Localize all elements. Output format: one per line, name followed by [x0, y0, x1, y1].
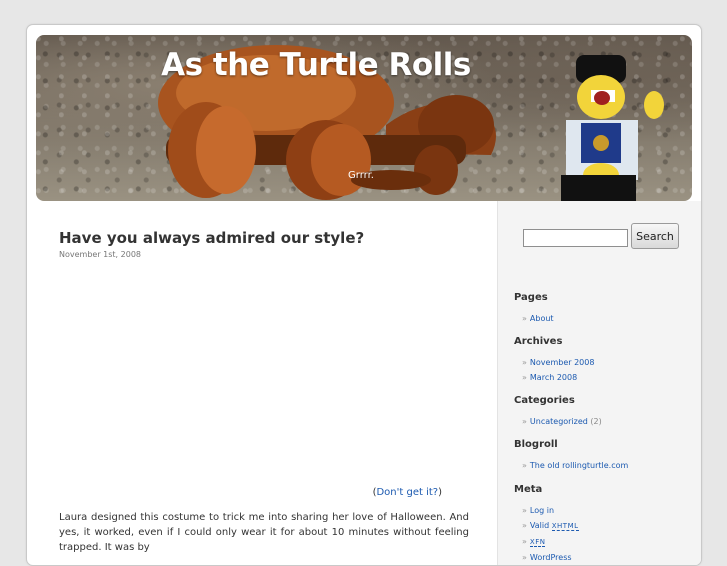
- blog-header[interactable]: As the Turtle Rolls Grrrr.: [36, 35, 692, 201]
- list-item: » XFN: [522, 534, 694, 550]
- archives-widget: Archives » November 2008 » March 2008: [514, 336, 694, 385]
- blogroll-widget: Blogroll » The old rollingturtle.com: [514, 439, 694, 473]
- search-button[interactable]: Search: [631, 223, 679, 249]
- archive-link-november-2008[interactable]: November 2008: [530, 358, 595, 367]
- paren-close: ): [438, 487, 442, 498]
- embedded-video-area[interactable]: [59, 259, 469, 487]
- archive-link-march-2008[interactable]: March 2008: [530, 373, 577, 382]
- sidebar: Search Pages » About Archives » November 2…: [497, 201, 701, 565]
- raquo-bullet-icon: »: [522, 358, 527, 367]
- raquo-bullet-icon: »: [522, 521, 527, 530]
- dont-get-it-link[interactable]: Don't get it?: [376, 487, 438, 498]
- meta-widget: Meta » Log in » Valid XHTML » XFN » WordPres…: [514, 484, 694, 565]
- pages-widget: Pages » About: [514, 292, 694, 326]
- list-item: » WordPress: [522, 550, 694, 565]
- list-item: » Valid XHTML: [522, 518, 694, 534]
- xfn-abbr: XFN: [529, 538, 546, 547]
- valid-prefix: Valid: [529, 521, 552, 530]
- post-title[interactable]: Have you always admired our style?: [59, 229, 469, 247]
- list-item: » March 2008: [522, 370, 694, 385]
- raquo-bullet-icon: »: [522, 373, 527, 382]
- category-count: (2): [590, 417, 602, 426]
- post-date: November 1st, 2008: [59, 250, 141, 259]
- list-item: » About: [522, 311, 694, 326]
- main-content: Have you always admired our style? Novem…: [59, 229, 469, 565]
- blog-title[interactable]: As the Turtle Rolls: [36, 47, 596, 83]
- blogroll-link-old-site[interactable]: The old rollingturtle.com: [530, 461, 628, 470]
- list-item: » The old rollingturtle.com: [522, 458, 694, 473]
- raquo-bullet-icon: »: [522, 314, 527, 323]
- pages-heading: Pages: [514, 292, 548, 303]
- categories-widget: Categories » Uncategorized (2): [514, 395, 694, 429]
- login-link[interactable]: Log in: [530, 506, 554, 515]
- post-body: Laura designed this costume to trick me …: [59, 512, 469, 553]
- meta-heading: Meta: [514, 484, 543, 495]
- category-link-uncategorized[interactable]: Uncategorized: [530, 417, 588, 426]
- raquo-bullet-icon: »: [522, 417, 527, 426]
- dont-get-it-line: (Don't get it?): [59, 487, 469, 498]
- raquo-bullet-icon: »: [522, 506, 527, 515]
- page-container: As the Turtle Rolls Grrrr. Have you alwa…: [26, 24, 702, 566]
- list-item: » Uncategorized (2): [522, 414, 694, 429]
- blogroll-heading: Blogroll: [514, 439, 558, 450]
- search-input[interactable]: [523, 229, 628, 247]
- raquo-bullet-icon: »: [522, 553, 527, 562]
- wordpress-link[interactable]: WordPress: [530, 553, 572, 562]
- archives-heading: Archives: [514, 336, 563, 347]
- raquo-bullet-icon: »: [522, 461, 527, 470]
- list-item: » November 2008: [522, 355, 694, 370]
- blog-description: Grrrr.: [348, 170, 374, 181]
- categories-heading: Categories: [514, 395, 575, 406]
- valid-xhtml-link[interactable]: Valid XHTML: [529, 521, 579, 531]
- xhtml-abbr: XHTML: [551, 522, 579, 531]
- list-item: » Log in: [522, 503, 694, 518]
- page-link-about[interactable]: About: [530, 314, 554, 323]
